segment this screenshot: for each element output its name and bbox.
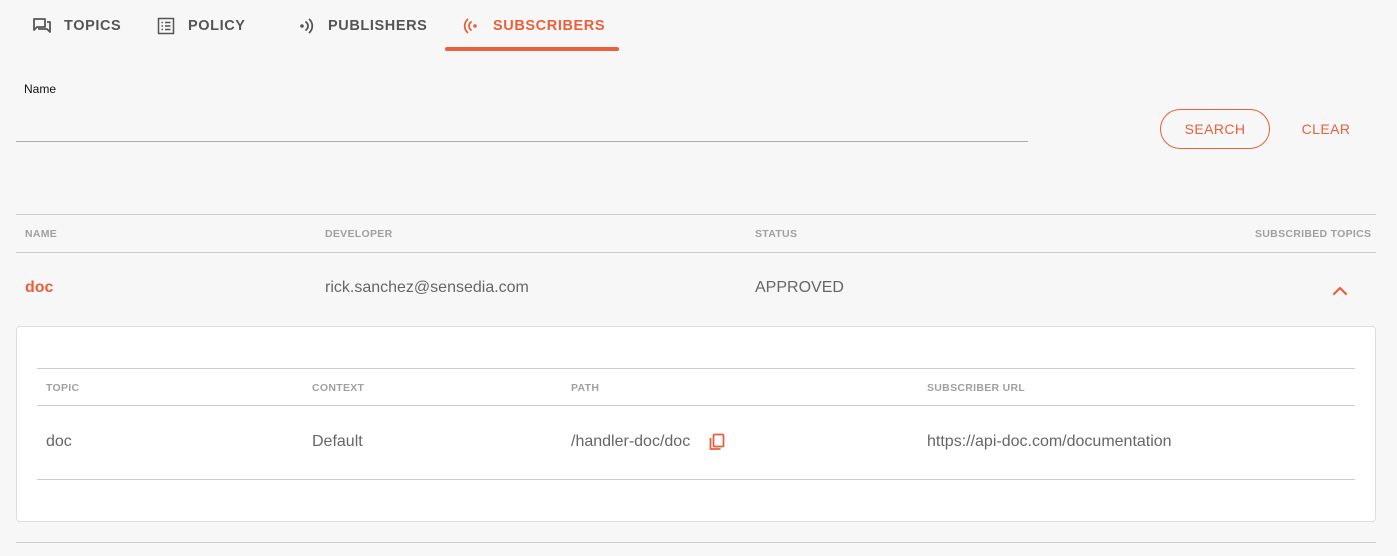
subtable-path: /handler-doc/doc — [571, 433, 691, 450]
subtable-header-path: PATH — [571, 382, 600, 394]
column-header-developer: DEVELOPER — [325, 228, 393, 240]
name-field-label: Name — [24, 82, 57, 96]
subscribed-topics-panel — [16, 326, 1376, 522]
list-icon — [156, 16, 176, 36]
subtable-header-divider — [37, 405, 1355, 406]
subscriber-developer: rick.sanchez@sensedia.com — [325, 279, 529, 296]
subtable-bottom-divider — [37, 479, 1355, 480]
chevron-up-icon[interactable] — [1330, 281, 1350, 299]
forum-icon — [32, 16, 52, 36]
subtable-top-divider — [37, 368, 1355, 369]
tab-publishers[interactable]: PUBLISHERS — [280, 0, 445, 52]
table-header-divider — [16, 252, 1376, 253]
subtable-topic: doc — [46, 433, 72, 450]
tab-subscribers[interactable]: SUBSCRIBERS — [445, 0, 619, 52]
table-top-divider — [16, 214, 1376, 215]
antenna-icon — [461, 16, 481, 36]
broadcast-icon — [296, 16, 316, 36]
subtable-header-subscriber-url: SUBSCRIBER URL — [927, 382, 1026, 394]
name-input[interactable] — [16, 100, 1028, 142]
clear-button[interactable]: CLEAR — [1286, 109, 1366, 149]
subtable-header-context: CONTEXT — [312, 382, 365, 394]
tab-publishers-label: PUBLISHERS — [328, 18, 428, 34]
tab-subscribers-label: SUBSCRIBERS — [493, 18, 606, 34]
column-header-name: NAME — [25, 228, 58, 240]
tab-policy-label: POLICY — [188, 18, 246, 34]
copy-icon[interactable] — [707, 432, 727, 452]
tab-topics-label: TOPICS — [64, 18, 122, 34]
tab-bar: TOPICS POLICY PUBLISHERS SUBSCRIBERS — [16, 0, 619, 52]
tab-topics[interactable]: TOPICS — [16, 0, 140, 52]
subtable-subscriber-url: https://api-doc.com/documentation — [927, 433, 1172, 450]
subtable-header-topic: TOPIC — [46, 382, 80, 394]
subtable-context: Default — [312, 433, 363, 450]
column-header-subscribed-topics: SUBSCRIBED TOPICS — [1255, 228, 1372, 240]
table-bottom-divider — [16, 542, 1376, 543]
subscriber-status: APPROVED — [755, 279, 844, 296]
tab-policy[interactable]: POLICY — [140, 0, 280, 52]
search-button[interactable]: SEARCH — [1160, 109, 1270, 149]
subscriber-name-link[interactable]: doc — [25, 279, 53, 297]
column-header-status: STATUS — [755, 228, 798, 240]
